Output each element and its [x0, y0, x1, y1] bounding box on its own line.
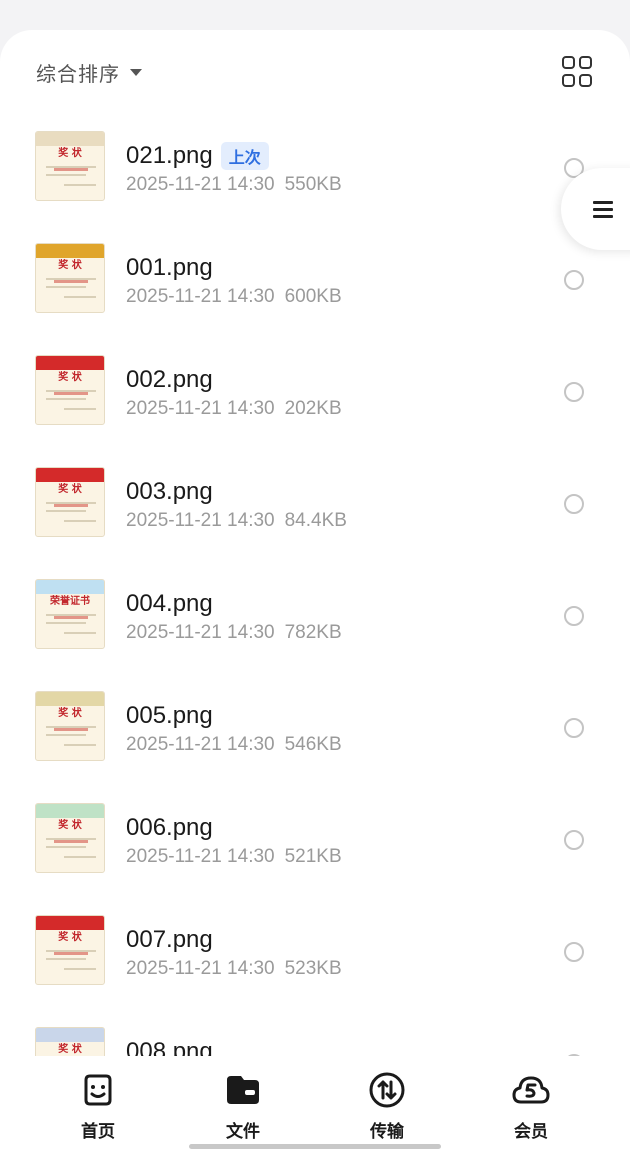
- file-name-line: 006.png: [126, 814, 213, 842]
- grid-view-icon[interactable]: [562, 56, 594, 88]
- last-opened-badge: 上次: [220, 142, 269, 170]
- file-name-line: 002.png: [126, 366, 213, 394]
- menu-icon: [593, 197, 613, 222]
- file-name-line: 005.png: [126, 702, 213, 730]
- file-name-line: 007.png: [126, 926, 213, 954]
- tab-files-label: 文件: [226, 1122, 260, 1141]
- tab-vip-label: 会员: [514, 1122, 548, 1141]
- file-name: 003.png: [126, 478, 213, 505]
- caret-down-icon: [130, 68, 142, 76]
- file-name-line: 021.png 上次: [126, 142, 269, 170]
- transfer-arrows-icon: [369, 1072, 405, 1108]
- file-row[interactable]: 奖 状 006.png 2025-11-21 14:30 521KB: [0, 784, 630, 896]
- file-name: 008.png: [126, 1038, 213, 1056]
- file-name: 004.png: [126, 590, 213, 617]
- file-thumbnail: 奖 状: [35, 467, 105, 537]
- tab-files[interactable]: 文件: [203, 1070, 283, 1142]
- thumbnail-title: 奖 状: [58, 708, 82, 719]
- file-name-line: 008.png: [126, 1038, 213, 1056]
- file-row[interactable]: 奖 状 002.png 2025-11-21 14:30 202KB: [0, 336, 630, 448]
- file-name: 005.png: [126, 702, 213, 729]
- select-radio[interactable]: [564, 942, 584, 962]
- file-meta: 2025-11-21 14:30 202KB: [126, 398, 342, 420]
- home-indicator: [189, 1144, 441, 1149]
- select-radio[interactable]: [564, 718, 584, 738]
- select-radio[interactable]: [564, 270, 584, 290]
- sort-label: 综合排序: [36, 63, 120, 86]
- file-thumbnail: 奖 状: [35, 915, 105, 985]
- file-name-line: 003.png: [126, 478, 213, 506]
- file-size: 523KB: [284, 958, 342, 979]
- thumbnail-title: 奖 状: [58, 484, 82, 495]
- file-row[interactable]: 奖 状 008.png: [0, 1008, 630, 1056]
- tab-transfer-label: 传输: [370, 1122, 404, 1141]
- file-row[interactable]: 奖 状 021.png 上次 2025-11-21 14:30 550KB: [0, 112, 630, 224]
- file-thumbnail: 奖 状: [35, 131, 105, 201]
- file-list: 奖 状 021.png 上次 2025-11-21 14:30 550KB 奖 状 001.…: [0, 112, 630, 1056]
- file-size: 600KB: [284, 286, 342, 307]
- file-date: 2025-11-21 14:30: [126, 510, 275, 531]
- file-row[interactable]: 奖 状 003.png 2025-11-21 14:30 84.4KB: [0, 448, 630, 560]
- file-row[interactable]: 荣誉证书 004.png 2025-11-21 14:30 782KB: [0, 560, 630, 672]
- thumbnail-title: 奖 状: [58, 260, 82, 271]
- tab-home-label: 首页: [81, 1122, 115, 1141]
- file-meta: 2025-11-21 14:30 546KB: [126, 734, 342, 756]
- file-date: 2025-11-21 14:30: [126, 734, 275, 755]
- file-name: 002.png: [126, 366, 213, 393]
- file-thumbnail: 奖 状: [35, 243, 105, 313]
- file-date: 2025-11-21 14:30: [126, 846, 275, 867]
- select-radio[interactable]: [564, 830, 584, 850]
- file-size: 782KB: [284, 622, 342, 643]
- select-radio[interactable]: [564, 494, 584, 514]
- bottom-tab-bar: 首页 文件 传输 会员: [0, 1056, 630, 1151]
- file-size: 550KB: [284, 174, 342, 195]
- file-size: 546KB: [284, 734, 342, 755]
- tab-home[interactable]: 首页: [58, 1070, 138, 1142]
- file-name: 021.png: [126, 142, 213, 169]
- file-date: 2025-11-21 14:30: [126, 174, 275, 195]
- file-row[interactable]: 奖 状 007.png 2025-11-21 14:30 523KB: [0, 896, 630, 1008]
- file-row[interactable]: 奖 状 001.png 2025-11-21 14:30 600KB: [0, 224, 630, 336]
- file-thumbnail: 奖 状: [35, 1027, 105, 1056]
- file-name: 006.png: [126, 814, 213, 841]
- file-list-sheet: 综合排序 奖 状 021.png 上次 2025-11-21 14:30 550KB 奖 …: [0, 30, 630, 1151]
- tab-vip[interactable]: 会员: [491, 1070, 571, 1142]
- thumbnail-title: 奖 状: [58, 372, 82, 383]
- select-radio[interactable]: [564, 382, 584, 402]
- file-size: 84.4KB: [284, 510, 347, 531]
- thumbnail-title: 奖 状: [58, 1044, 82, 1055]
- file-date: 2025-11-21 14:30: [126, 622, 275, 643]
- thumbnail-title: 奖 状: [58, 820, 82, 831]
- file-name: 007.png: [126, 926, 213, 953]
- sort-dropdown[interactable]: 综合排序: [36, 60, 142, 86]
- file-size: 202KB: [284, 398, 342, 419]
- file-name-line: 004.png: [126, 590, 213, 618]
- file-date: 2025-11-21 14:30: [126, 958, 275, 979]
- select-radio[interactable]: [564, 606, 584, 626]
- file-date: 2025-11-21 14:30: [126, 398, 275, 419]
- file-size: 521KB: [284, 846, 342, 867]
- folder-icon: [227, 1076, 259, 1104]
- file-meta: 2025-11-21 14:30 521KB: [126, 846, 342, 868]
- file-thumbnail: 奖 状: [35, 803, 105, 873]
- file-name-line: 001.png: [126, 254, 213, 282]
- file-thumbnail: 荣誉证书: [35, 579, 105, 649]
- thumbnail-title: 荣誉证书: [50, 596, 90, 607]
- file-meta: 2025-11-21 14:30 84.4KB: [126, 510, 347, 532]
- file-meta: 2025-11-21 14:30 782KB: [126, 622, 342, 644]
- file-row[interactable]: 奖 状 005.png 2025-11-21 14:30 546KB: [0, 672, 630, 784]
- file-thumbnail: 奖 状: [35, 355, 105, 425]
- file-meta: 2025-11-21 14:30 523KB: [126, 958, 342, 980]
- tab-transfer[interactable]: 传输: [347, 1070, 427, 1142]
- file-thumbnail: 奖 状: [35, 691, 105, 761]
- file-meta: 2025-11-21 14:30 600KB: [126, 286, 342, 308]
- file-meta: 2025-11-21 14:30 550KB: [126, 174, 342, 196]
- file-date: 2025-11-21 14:30: [126, 286, 275, 307]
- thumbnail-title: 奖 状: [58, 148, 82, 159]
- cloud-vip-icon: [512, 1076, 550, 1104]
- file-name: 001.png: [126, 254, 213, 281]
- thumbnail-title: 奖 状: [58, 932, 82, 943]
- smile-face-icon: [84, 1074, 112, 1106]
